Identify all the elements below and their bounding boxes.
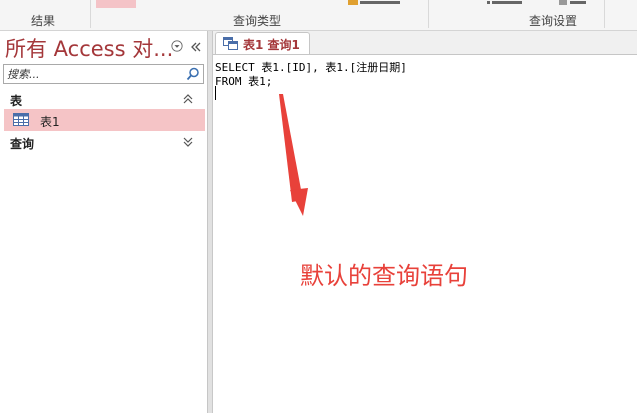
ribbon-separator [90,0,91,28]
nav-section-tables[interactable]: 表 [0,89,207,109]
nav-item-table1[interactable]: 表1 [4,109,205,131]
ribbon-separator [428,0,429,28]
ribbon: 结果 查询类型 查询设置 [0,0,637,31]
ribbon-group-results: 结果 [31,14,56,28]
nav-title[interactable]: 所有 Access 对... [5,33,173,63]
sql-line[interactable]: FROM 表1; [215,73,272,89]
search-box[interactable] [3,64,204,84]
tab-label: 表1 查询1 [243,38,300,52]
ribbon-run-button[interactable] [96,0,136,8]
nav-section-label: 表 [10,94,23,108]
double-chevron-left-icon[interactable] [190,40,202,54]
table-icon [13,113,29,126]
nav-section-queries[interactable]: 查询 [0,132,207,152]
navigation-pane: 所有 Access 对... 表 表1 查 [0,31,208,413]
ribbon-separator [604,0,605,28]
nav-section-label: 查询 [10,137,35,151]
annotation-text: 默认的查询语句 [300,262,468,290]
chevron-down-circle-icon[interactable] [171,40,183,52]
query-icon [223,37,238,50]
double-chevron-down-icon[interactable] [183,136,193,148]
tab-query1[interactable]: 表1 查询1 [215,32,310,54]
ribbon-data-definition-button[interactable] [348,0,428,6]
double-chevron-up-icon[interactable] [183,93,193,105]
search-icon[interactable] [185,66,201,82]
document-tabstrip: 表1 查询1 [213,31,637,55]
annotation-arrow-icon [279,94,308,216]
text-caret [215,86,216,100]
nav-header[interactable]: 所有 Access 对... [0,31,207,61]
document-area: 表1 查询1 SELECT 表1.[ID], 表1.[注册日期] FROM 表1… [213,31,637,413]
ribbon-query-setup-controls[interactable] [487,0,607,6]
ribbon-group-query-setup: 查询设置 [529,14,578,28]
ribbon-group-query-type: 查询类型 [233,14,282,28]
search-input[interactable] [7,66,179,82]
nav-item-label: 表1 [40,115,60,129]
